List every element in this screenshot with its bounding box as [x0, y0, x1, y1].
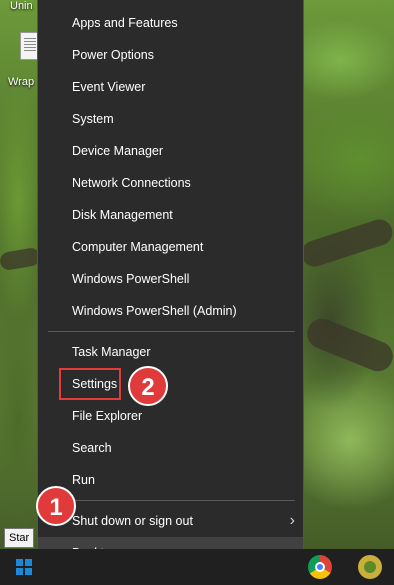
menu-item-search[interactable]: Search [38, 432, 303, 464]
winx-context-menu: Apps and Features Power Options Event Vi… [37, 0, 304, 578]
menu-item-event-viewer[interactable]: Event Viewer [38, 71, 303, 103]
menu-item-windows-powershell[interactable]: Windows PowerShell [38, 263, 303, 295]
chevron-right-icon: › [289, 512, 295, 529]
windows-logo-icon [16, 559, 32, 575]
step-1-badge: 1 [36, 486, 76, 526]
app-icon[interactable] [358, 555, 382, 579]
start-button[interactable] [0, 549, 48, 585]
menu-separator [48, 331, 295, 332]
menu-item-network-connections[interactable]: Network Connections [38, 167, 303, 199]
menu-item-disk-management[interactable]: Disk Management [38, 199, 303, 231]
menu-item-shut-down-or-sign-out[interactable]: Shut down or sign out › [38, 505, 303, 537]
settings-highlight-box [59, 368, 121, 400]
menu-item-system[interactable]: System [38, 103, 303, 135]
step-2-badge: 2 [128, 366, 168, 406]
desktop-icon-label-wrap[interactable]: Wrap [8, 76, 34, 88]
menu-separator [48, 500, 295, 501]
menu-item-label: Shut down or sign out [72, 514, 193, 528]
taskbar [0, 549, 394, 585]
menu-item-file-explorer[interactable]: File Explorer [38, 400, 303, 432]
menu-item-windows-powershell-admin[interactable]: Windows PowerShell (Admin) [38, 295, 303, 327]
start-tooltip: Star [4, 528, 35, 548]
menu-item-run[interactable]: Run [38, 464, 303, 496]
menu-item-power-options[interactable]: Power Options [38, 39, 303, 71]
menu-item-device-manager[interactable]: Device Manager [38, 135, 303, 167]
menu-item-task-manager[interactable]: Task Manager [38, 336, 303, 368]
desktop-icon-label-uninstall[interactable]: Unin [10, 0, 33, 12]
menu-item-apps-and-features[interactable]: Apps and Features [38, 7, 303, 39]
menu-item-computer-management[interactable]: Computer Management [38, 231, 303, 263]
chrome-icon[interactable] [308, 555, 332, 579]
